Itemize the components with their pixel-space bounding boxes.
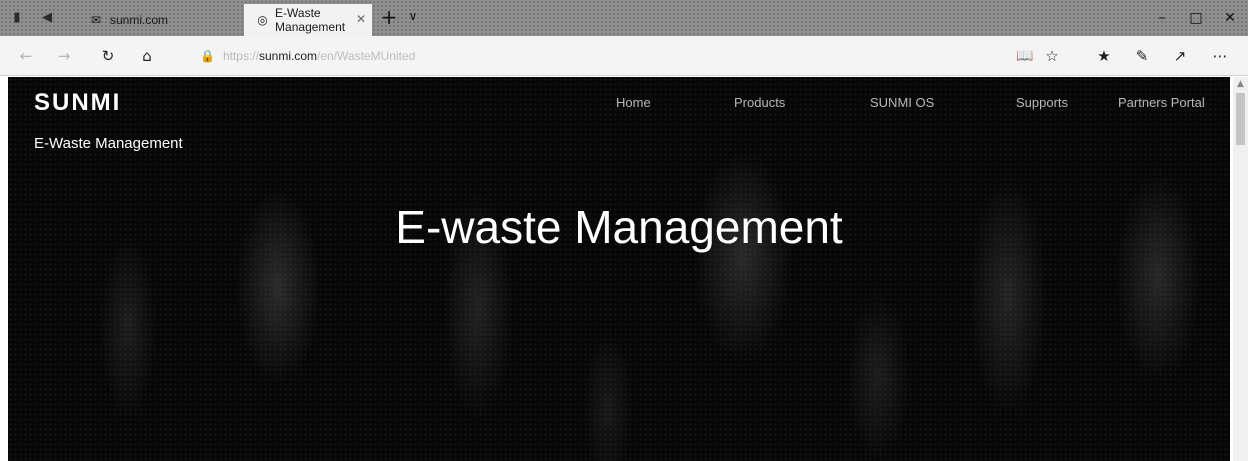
maximize-icon[interactable]: □ xyxy=(1186,8,1206,28)
lock-icon: 🔒 xyxy=(200,49,215,63)
favorite-star-icon[interactable]: ☆ xyxy=(1042,46,1062,66)
scrollbar-thumb[interactable] xyxy=(1236,93,1245,145)
nav-supports[interactable]: Supports xyxy=(1016,95,1068,110)
browser-navigation-bar: ← → ↻ ⌂ 🔒 https:// sunmi.com /en/WasteMU… xyxy=(0,36,1248,76)
close-window-icon[interactable]: ✕ xyxy=(1220,8,1240,28)
minimize-icon[interactable]: – xyxy=(1152,8,1172,28)
refresh-icon[interactable]: ↻ xyxy=(98,46,118,66)
url-domain: sunmi.com xyxy=(258,49,317,63)
page-title: E-waste Management xyxy=(395,201,843,253)
share-icon[interactable]: ↗ xyxy=(1170,46,1190,66)
nav-sunmi-os[interactable]: SUNMI OS xyxy=(870,95,934,110)
reading-view-icon[interactable]: 📖 xyxy=(1015,46,1035,66)
forward-arrow-icon[interactable]: → xyxy=(54,46,74,66)
page-globe-icon: ◎ xyxy=(257,13,268,27)
nav-products[interactable]: Products xyxy=(734,95,785,110)
tab-e-waste-management[interactable]: ◎ E-Waste Management ✕ xyxy=(244,4,372,36)
tab-sunmi[interactable]: ✉ sunmi.com xyxy=(70,4,242,36)
more-options-icon[interactable]: ⋯ xyxy=(1210,46,1230,66)
nav-home[interactable]: Home xyxy=(616,95,651,110)
breadcrumb[interactable]: E-Waste Management xyxy=(34,135,183,152)
tab-label: sunmi.com xyxy=(110,13,169,27)
home-icon[interactable]: ⌂ xyxy=(137,46,157,66)
hero-banner: SUNMI Home Products SUNMI OS Supports Pa… xyxy=(8,77,1230,461)
pen-icon[interactable]: ✎ xyxy=(1132,46,1152,66)
back-arrow-icon[interactable]: ← xyxy=(16,46,36,66)
url-path: /en/WasteMUnited xyxy=(317,49,416,63)
url-protocol: https:// xyxy=(222,49,259,63)
sunmi-logo[interactable]: SUNMI xyxy=(34,89,121,117)
mail-icon: ✉ xyxy=(90,13,102,27)
scroll-up-icon[interactable]: ▲ xyxy=(1233,79,1248,91)
close-tab-icon[interactable]: ✕ xyxy=(356,12,366,26)
page-viewport: SUNMI Home Products SUNMI OS Supports Pa… xyxy=(0,77,1248,461)
tab-list-chevron-down-icon[interactable]: ∨ xyxy=(405,9,421,27)
nav-partners-portal[interactable]: Partners Portal xyxy=(1118,95,1205,110)
favorites-list-icon[interactable]: ★ xyxy=(1094,46,1114,66)
new-tab-button[interactable]: + xyxy=(378,6,400,28)
set-aside-tabs-icon[interactable]: ◀ xyxy=(38,9,56,27)
address-bar[interactable]: 🔒 https:// sunmi.com /en/WasteMUnited xyxy=(200,47,415,65)
browser-tab-strip: ▮ ◀ ✉ sunmi.com ◎ E-Waste Management ✕ +… xyxy=(0,0,1248,36)
vertical-scrollbar[interactable]: ▲ xyxy=(1233,77,1248,461)
tab-actions-icon[interactable]: ▮ xyxy=(8,9,26,27)
